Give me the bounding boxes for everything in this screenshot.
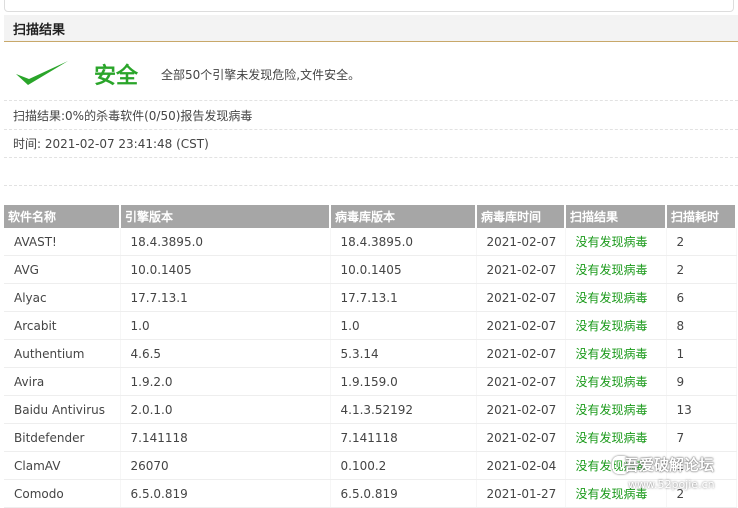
scan-result-text: 扫描结果:0%的杀毒软件(0/50)报告发现病毒: [13, 109, 253, 123]
cell-db-time: 2021-01-27: [476, 479, 566, 508]
cell-result: 没有发现病毒: [565, 367, 667, 396]
cell-engine: 26070: [120, 451, 331, 480]
col-virus-db-time: 病毒库时间: [476, 205, 566, 228]
cell-db-version: 5.3.14: [330, 339, 477, 368]
cell-engine: 18.4.3895.0: [120, 228, 331, 256]
col-engine-version: 引擎版本: [120, 205, 331, 228]
cell-result: 没有发现病毒: [565, 423, 667, 452]
cell-db-version: 6.5.0.819: [330, 479, 477, 508]
table-row: Alyac 17.7.13.1 17.7.13.1 2021-02-07 没有发…: [4, 283, 737, 312]
cell-software: Alyac: [4, 283, 121, 312]
cell-db-version: 0.100.2: [330, 451, 477, 480]
cell-db-version: 18.4.3895.0: [330, 228, 477, 256]
cell-software: Arcabit: [4, 311, 121, 340]
cell-result: 没有发现病毒: [565, 228, 667, 256]
cell-result: 没有发现病毒: [565, 283, 667, 312]
cell-software: AVAST!: [4, 228, 121, 256]
table-row: Authentium 4.6.5 5.3.14 2021-02-07 没有发现病…: [4, 339, 737, 368]
cell-software: Comodo: [4, 479, 121, 508]
cell-engine: 17.7.13.1: [120, 283, 331, 312]
cell-db-version: 4.1.3.52192: [330, 395, 477, 424]
cell-duration: 2: [666, 479, 737, 508]
cell-software: Baidu Antivirus: [4, 395, 121, 424]
scan-result-line: 扫描结果:0%的杀毒软件(0/50)报告发现病毒: [4, 101, 738, 130]
cell-duration: 13: [666, 395, 737, 424]
cell-db-version: 1.0: [330, 311, 477, 340]
top-input-box: [4, 0, 734, 12]
cell-duration: 1: [666, 339, 737, 368]
cell-db-version: 10.0.1405: [330, 255, 477, 284]
cell-software: AVG: [4, 255, 121, 284]
cell-db-time: 2021-02-07: [476, 367, 566, 396]
col-scan-duration: 扫描耗时: [666, 205, 737, 228]
cell-db-version: 1.9.159.0: [330, 367, 477, 396]
cell-db-version: 17.7.13.1: [330, 283, 477, 312]
col-virus-db-version: 病毒库版本: [330, 205, 477, 228]
cell-result: 没有发现病毒: [565, 255, 667, 284]
cell-db-time: 2021-02-07: [476, 228, 566, 256]
panel-header: 扫描结果: [4, 15, 738, 42]
scan-time-line: 时间: 2021-02-07 23:41:48 (CST): [4, 129, 738, 158]
cell-db-time: 2021-02-07: [476, 339, 566, 368]
col-software-name: 软件名称: [4, 205, 121, 228]
cell-engine: 7.141118: [120, 423, 331, 452]
cell-db-time: 2021-02-07: [476, 283, 566, 312]
cell-db-time: 2021-02-07: [476, 423, 566, 452]
col-scan-result: 扫描结果: [565, 205, 667, 228]
table-row: Bitdefender 7.141118 7.141118 2021-02-07…: [4, 423, 737, 452]
scan-time-text: 时间: 2021-02-07 23:41:48 (CST): [13, 137, 209, 151]
cell-engine: 2.0.1.0: [120, 395, 331, 424]
table-row: AVG 10.0.1405 10.0.1405 2021-02-07 没有发现病…: [4, 255, 737, 284]
safe-summary: 安全 全部50个引擎未发现危险,文件安全。: [4, 42, 738, 101]
table-row: Baidu Antivirus 2.0.1.0 4.1.3.52192 2021…: [4, 395, 737, 424]
safe-description: 全部50个引擎未发现危险,文件安全。: [161, 68, 361, 82]
cell-engine: 1.9.2.0: [120, 367, 331, 396]
cell-duration: 9: [666, 367, 737, 396]
cell-db-time: 2021-02-04: [476, 451, 566, 480]
table-row: AVAST! 18.4.3895.0 18.4.3895.0 2021-02-0…: [4, 228, 737, 256]
checkmark-icon: [16, 61, 68, 85]
cell-software: Bitdefender: [4, 423, 121, 452]
cell-result: 没有发现病毒: [565, 311, 667, 340]
table-header-row: 软件名称 引擎版本 病毒库版本 病毒库时间 扫描结果 扫描耗时: [4, 205, 737, 228]
cell-result: 没有发现病毒: [565, 339, 667, 368]
cell-duration: 2: [666, 255, 737, 284]
cell-duration: 2: [666, 228, 737, 256]
cell-duration: 8: [666, 311, 737, 340]
cell-result: 没有发现病毒: [565, 395, 667, 424]
cell-duration: 1: [666, 451, 737, 480]
cell-software: Avira: [4, 367, 121, 396]
spacer-row: [4, 157, 738, 186]
results-table: 软件名称 引擎版本 病毒库版本 病毒库时间 扫描结果 扫描耗时 AVAST! 1…: [4, 205, 737, 508]
safe-status: 安全: [94, 64, 139, 89]
cell-engine: 4.6.5: [120, 339, 331, 368]
table-row: Comodo 6.5.0.819 6.5.0.819 2021-01-27 没有…: [4, 479, 737, 508]
cell-result: 没有发现病毒: [565, 451, 667, 480]
cell-db-time: 2021-02-07: [476, 255, 566, 284]
cell-software: Authentium: [4, 339, 121, 368]
cell-db-time: 2021-02-07: [476, 311, 566, 340]
table-row: Avira 1.9.2.0 1.9.159.0 2021-02-07 没有发现病…: [4, 367, 737, 396]
panel-title: 扫描结果: [13, 23, 66, 38]
cell-engine: 6.5.0.819: [120, 479, 331, 508]
cell-duration: 7: [666, 423, 737, 452]
table-row: Arcabit 1.0 1.0 2021-02-07 没有发现病毒 8: [4, 311, 737, 340]
cell-db-time: 2021-02-07: [476, 395, 566, 424]
cell-engine: 1.0: [120, 311, 331, 340]
cell-duration: 6: [666, 283, 737, 312]
cell-db-version: 7.141118: [330, 423, 477, 452]
cell-engine: 10.0.1405: [120, 255, 331, 284]
table-row: ClamAV 26070 0.100.2 2021-02-04 没有发现病毒 1: [4, 451, 737, 480]
cell-result: 没有发现病毒: [565, 479, 667, 508]
cell-software: ClamAV: [4, 451, 121, 480]
